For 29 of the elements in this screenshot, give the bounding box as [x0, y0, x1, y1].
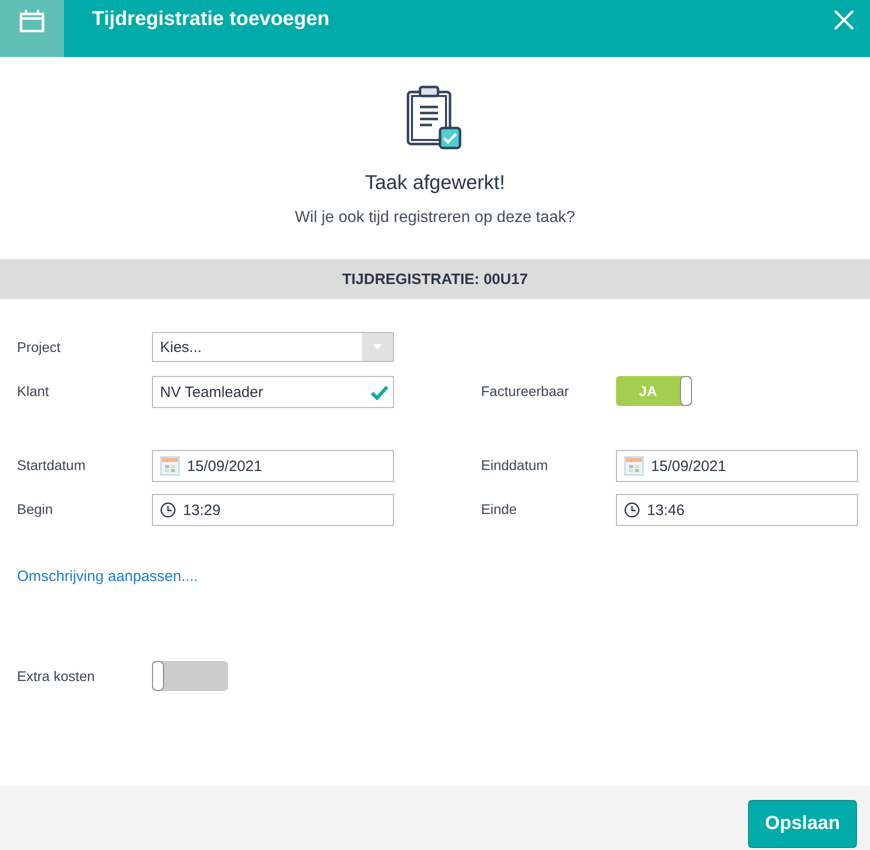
date-field[interactable]: 15/09/2021 [616, 450, 858, 482]
calendar-icon [19, 8, 45, 32]
section-header: TIJDREGISTRATIE: 00U17 [0, 259, 870, 299]
date-field[interactable]: 15/09/2021 [152, 450, 394, 482]
dialog-title: Tijdregistratie toevoegen [92, 8, 330, 31]
message-text: Wil je ook tijd registreren op deze taak? [294, 209, 576, 227]
message-heading: Taak afgewerkt! [364, 172, 506, 195]
field-label: Einde [481, 500, 518, 517]
select-field[interactable]: Kies... [152, 332, 394, 362]
toggle-switch[interactable] [152, 661, 228, 691]
field-label: Begin [17, 500, 54, 517]
close-icon [834, 10, 854, 30]
description-link[interactable]: Omschrijving aanpassen.... [17, 568, 198, 585]
clipboard-check-icon [406, 84, 464, 152]
time-field[interactable]: 13:29 [152, 494, 394, 526]
input-field[interactable]: NV Teamleader [152, 376, 394, 408]
field-label: Factureerbaar [481, 382, 570, 399]
caret-icon [373, 344, 382, 350]
time-field[interactable]: 13:46 [616, 494, 858, 526]
close-button[interactable] [834, 10, 854, 30]
clock-icon [160, 502, 176, 518]
field-label: Einddatum [481, 456, 549, 473]
clock-icon [624, 502, 640, 518]
field-label: Extra kosten [17, 667, 96, 684]
field-label: Klant [17, 382, 50, 399]
calendar-icon [160, 456, 180, 476]
field-label: Startdatum [17, 456, 86, 473]
field-label: Project [17, 338, 62, 355]
calendar-icon [624, 456, 644, 476]
